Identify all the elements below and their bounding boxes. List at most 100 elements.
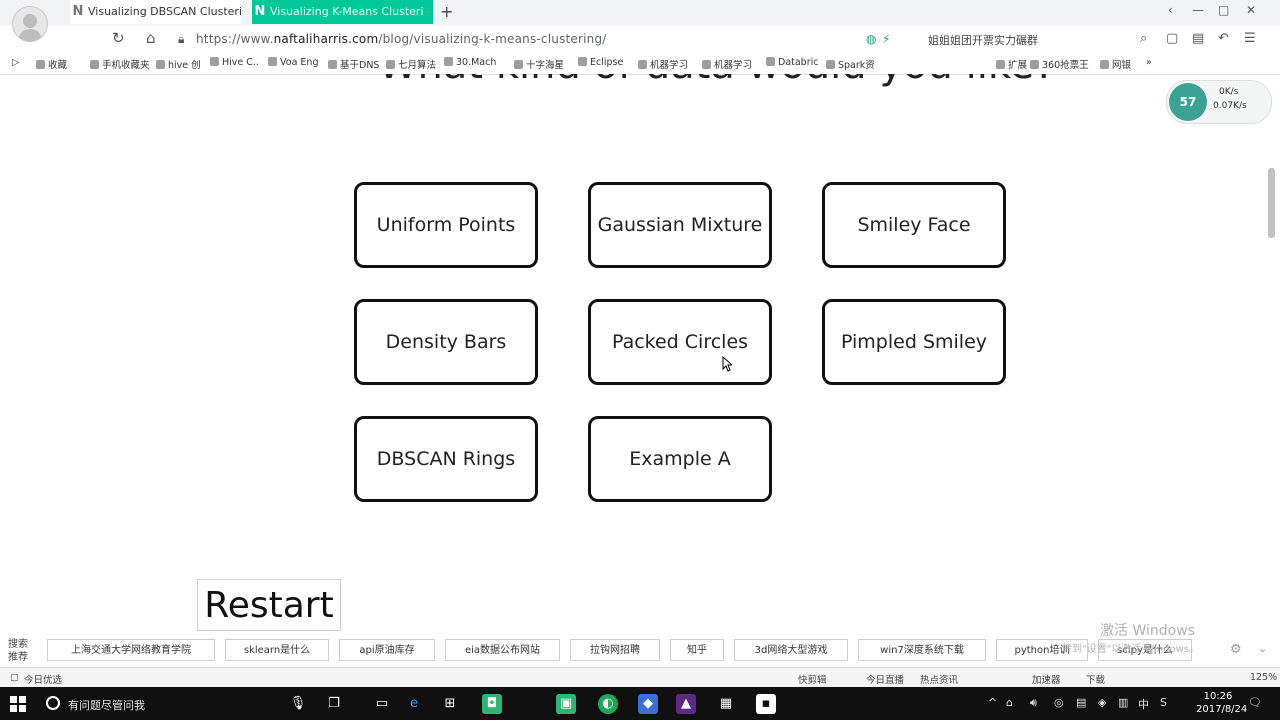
lightning-icon[interactable]: ⚡ (882, 32, 890, 46)
extension-icon (996, 60, 1005, 69)
activate-windows-subtitle: 转到"设置"以激活 Windows。 (1062, 644, 1200, 655)
suggest-chip[interactable]: api原油库存 (339, 639, 435, 661)
status-live[interactable]: 今日直播 (866, 672, 904, 686)
file-explorer-icon[interactable]: ▭ (372, 694, 392, 714)
bookmark-item[interactable]: 十字海星 (514, 57, 564, 71)
undo-icon[interactable]: ↶ (1218, 31, 1229, 46)
bookmark-item[interactable]: Databric (766, 57, 818, 68)
zoom-level[interactable]: 125% (1250, 672, 1277, 683)
bookmark-item[interactable]: 基于DNS (328, 57, 379, 71)
bookmark-item[interactable]: 扩展 (996, 57, 1027, 71)
bookmarks-toggle-icon[interactable]: ▷ (12, 57, 19, 68)
bookmark-label: Hive C.. (222, 57, 259, 68)
task-view-icon[interactable]: ❐ (324, 694, 344, 714)
notification-icon[interactable]: 🗨︎ (1248, 696, 1262, 709)
bookmark-item[interactable]: Voa Eng (268, 57, 318, 68)
suggest-chip[interactable]: win7深度系统下载 (858, 639, 986, 661)
suggest-chip[interactable]: 拉钩网招聘 (570, 639, 660, 661)
close-window-button[interactable]: ✕ (1246, 3, 1256, 17)
network-speed-widget[interactable]: 57 0K/s 0.07K/s (1166, 80, 1272, 124)
tray-app-icon[interactable]: ▥ (1118, 696, 1128, 709)
bookmark-item[interactable]: 七月算法 (386, 57, 436, 71)
option-pimpled-smiley[interactable]: Pimpled Smiley (822, 299, 1006, 385)
restart-button[interactable]: Restart (197, 579, 341, 631)
page-icon (766, 57, 775, 66)
suggest-chip[interactable]: 上海交通大学网络教育学院 (47, 639, 215, 661)
option-density-bars[interactable]: Density Bars (354, 299, 538, 385)
back-window-icon[interactable]: ‹ (1168, 3, 1173, 17)
status-downloads[interactable]: 下载 (1086, 672, 1105, 686)
360-browser-icon[interactable]: ◐ (598, 694, 618, 714)
bookmarks-overflow-button[interactable]: » (1146, 57, 1152, 68)
suggest-chip[interactable]: 3d网络大型游戏 (734, 639, 848, 661)
bookmark-item[interactable]: 30.Mach (444, 57, 496, 68)
app-green-icon[interactable]: ▣ (556, 694, 576, 714)
user-avatar[interactable] (12, 6, 48, 42)
new-tab-button[interactable]: + (440, 2, 453, 21)
suggest-chip[interactable]: eia数据公布网站 (445, 639, 560, 661)
status-accelerator[interactable]: 加速器 (1032, 672, 1061, 686)
refresh-icon[interactable]: ↻ (112, 29, 125, 47)
suggest-chip[interactable]: 知乎 (670, 639, 724, 661)
page-icon (638, 60, 647, 69)
bookmark-item[interactable]: 360抢票王 (1030, 57, 1089, 71)
bookmark-item[interactable]: Spark资 (826, 57, 875, 71)
option-uniform-points[interactable]: Uniform Points (354, 182, 538, 268)
bookmark-item[interactable]: 网银 (1100, 57, 1131, 71)
collapse-icon[interactable]: ⌄ (1258, 642, 1267, 655)
maximize-button[interactable]: □ (1218, 3, 1229, 17)
clipboard-icon[interactable]: ▢ (1166, 31, 1178, 46)
bookmark-item[interactable]: 机器学习 (638, 57, 688, 71)
tray-app-icon[interactable]: ◈ (1098, 696, 1106, 709)
input-language[interactable]: 中 (1138, 696, 1149, 712)
app-purple-icon[interactable]: ▲ (676, 694, 696, 714)
settings-gear-icon[interactable]: ⚙ (1230, 642, 1242, 657)
tab-dbscan[interactable]: N Visualizing DBSCAN Clusterin (70, 0, 242, 24)
status-news[interactable]: 热点资讯 (920, 672, 958, 686)
tray-app-icon[interactable]: ▤ (1076, 696, 1086, 709)
app-blue-icon[interactable]: ◆ (638, 694, 658, 714)
status-today-picks[interactable]: 今日优选 (24, 672, 62, 686)
cortana-icon[interactable] (46, 696, 60, 710)
search-icon[interactable]: ⌕ (1140, 31, 1147, 46)
app-green-icon[interactable]: ◘ (482, 694, 502, 714)
status-quick-clip[interactable]: 快剪辑 (798, 672, 827, 686)
app-white-icon[interactable]: ▪ (756, 694, 776, 714)
bookmark-item[interactable]: Hive C.. (210, 57, 259, 68)
menu-icon[interactable]: ☰ (1244, 31, 1256, 46)
option-gaussian-mixture[interactable]: Gaussian Mixture (588, 182, 772, 268)
security-shield-icon[interactable]: ◍ (866, 32, 876, 46)
app-window-icon[interactable]: ▦ (716, 694, 736, 714)
bookmark-label: hive 创 (168, 60, 201, 71)
store-icon[interactable]: ⊞ (440, 694, 460, 714)
tab-kmeans[interactable]: N Visualizing K-Means Clusteri (252, 0, 433, 24)
bookmark-label: 手机收藏夹 (102, 60, 150, 71)
bookmark-item[interactable]: 机器学习 (702, 57, 752, 71)
bookmark-item[interactable]: Eclipse (578, 57, 623, 68)
tray-expand-icon[interactable]: ^ (988, 696, 997, 709)
minimize-button[interactable]: — (1192, 3, 1204, 17)
bookmark-label: Spark资 (838, 60, 875, 71)
bookmark-item[interactable]: hive 创 (156, 57, 201, 71)
edge-browser-icon[interactable]: e (404, 694, 424, 714)
url-field[interactable]: https://www.naftaliharris.com/blog/visua… (196, 32, 607, 46)
system-clock[interactable]: 10:26 2017/8/24 (1196, 690, 1247, 716)
option-packed-circles[interactable]: Packed Circles (588, 299, 772, 385)
home-icon[interactable]: ⌂ (146, 29, 156, 47)
option-smiley-face[interactable]: Smiley Face (822, 182, 1006, 268)
tray-app-icon[interactable]: ◎ (1054, 696, 1064, 709)
microphone-icon[interactable]: 🎙︎ (288, 694, 308, 714)
option-dbscan-rings[interactable]: DBSCAN Rings (354, 416, 538, 502)
scrollbar-thumb[interactable] (1268, 168, 1275, 238)
option-example-a[interactable]: Example A (588, 416, 772, 502)
taskbar-search-box[interactable]: 有问题尽管问我 (68, 697, 145, 713)
bookmark-item[interactable]: 收藏 (36, 57, 67, 71)
bookmark-item[interactable]: 手机收藏夹 (90, 57, 150, 71)
suggest-chip[interactable]: sklearn是什么 (225, 639, 329, 661)
volume-icon[interactable]: 🔊︎ (1030, 696, 1037, 710)
search-hint[interactable]: 姐姐姐团开票实力碾群 (928, 32, 1038, 48)
ime-icon[interactable]: S (1160, 696, 1167, 709)
windows-start-icon[interactable] (10, 696, 26, 712)
network-icon[interactable]: ⌂ (1006, 696, 1013, 709)
extension-icon[interactable]: ▤ (1192, 31, 1204, 46)
